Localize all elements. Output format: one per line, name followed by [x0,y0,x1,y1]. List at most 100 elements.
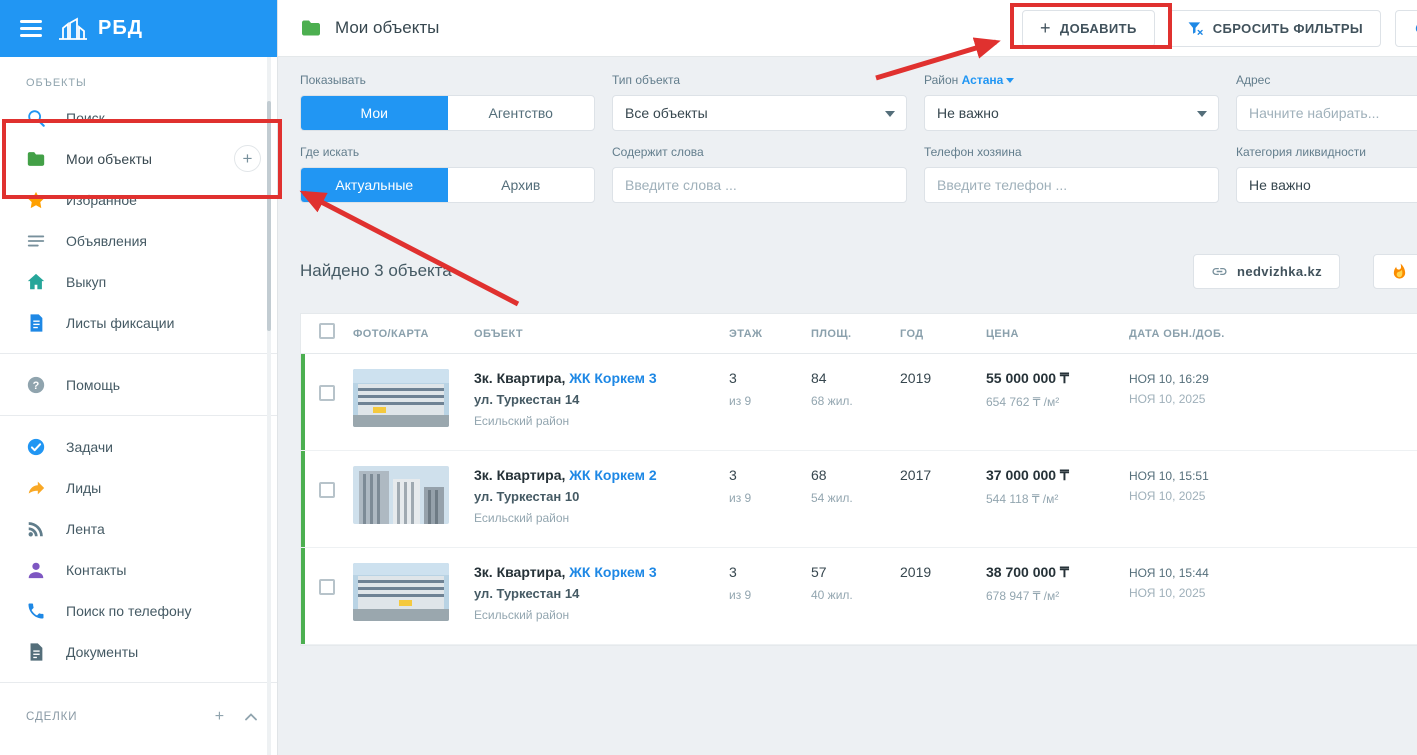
sidebar-divider [0,682,277,683]
toggle-option-mine[interactable]: Мои [301,96,448,130]
svg-text:?: ? [33,380,40,392]
sidebar-item-buyout[interactable]: Выкуп [0,261,277,302]
district-select[interactable]: Не важно [924,95,1219,131]
plus-icon: + [1040,18,1051,39]
object-photo[interactable] [353,466,449,524]
refresh-button[interactable]: ОБ [1395,10,1417,47]
column-header-object: ОБЪЕКТ [474,328,729,340]
house-icon [26,272,46,292]
keywords-input[interactable] [612,167,907,203]
filter-label: Телефон хозяина [924,145,1236,159]
area-living: 54 жил. [811,491,900,505]
sidebar-item-tasks[interactable]: Задачи [0,426,277,467]
filter-address: Адрес [1236,73,1417,131]
sidebar-item-label: Задачи [66,439,113,455]
link-icon [1211,263,1228,280]
sidebar-item-label: Поиск по телефону [66,603,192,619]
date-added: НОЯ 10, 2025 [1129,392,1417,406]
sidebar-item-listings[interactable]: Объявления [0,220,277,261]
floor-total: из 9 [729,394,811,408]
select-all-checkbox[interactable] [319,323,335,339]
folder-icon [300,18,322,38]
filter-label: Район Астана [924,73,1236,87]
filter-label: Адрес [1236,73,1417,87]
row-checkbox[interactable] [319,482,335,498]
documents-icon [26,642,46,662]
results-bar: Найдено 3 объекта nedvizhka.kz Тольк [278,251,1417,291]
add-object-quick-button[interactable]: + [234,145,261,172]
sidebar-item-fixation-sheets[interactable]: Листы фиксации [0,302,277,343]
hamburger-menu-icon[interactable] [20,16,42,41]
sidebar-item-search[interactable]: Поиск [0,97,277,138]
chevron-down-icon[interactable] [1006,78,1014,83]
folder-icon [26,149,46,169]
reset-filters-button[interactable]: СБРОСИТЬ ФИЛЬТРЫ [1169,10,1381,47]
sidebar-item-label: Мои объекты [66,151,152,167]
filter-district: Район Астана Не важно [924,73,1236,131]
page-title: Мои объекты [335,18,439,38]
sidebar-section-deals[interactable]: СДЕЛКИ + [0,693,277,741]
hot-only-button[interactable]: Тольк [1373,254,1417,289]
year-value: 2019 [900,370,986,386]
header-actions: + ДОБАВИТЬ СБРОСИТЬ ФИЛЬТРЫ ОБ [1022,10,1417,47]
chevron-down-icon [1197,111,1207,117]
complex-link[interactable]: ЖК Коркем 3 [569,564,656,580]
phone-icon [26,601,46,621]
sidebar-item-favorites[interactable]: Избранное [0,179,277,220]
column-header-photo: ФОТО/КАРТА [353,328,474,340]
area-value: 57 [811,564,900,580]
page-title-group: Мои объекты [300,18,439,38]
toggle-option-archive[interactable]: Архив [448,168,595,202]
date-updated: НОЯ 10, 15:44 [1129,566,1417,580]
liquidity-value: Не важно [1249,177,1311,193]
column-header-floor: ЭТАЖ [729,328,811,340]
object-photo[interactable] [353,369,449,427]
sidebar-item-contacts[interactable]: Контакты [0,549,277,590]
add-button-label: ДОБАВИТЬ [1060,21,1137,36]
owner-phone-input[interactable] [924,167,1219,203]
table-row[interactable]: 3к. Квартира, ЖК Коркем 3 ул. Туркестан … [301,354,1417,451]
nedvizhka-button[interactable]: nedvizhka.kz [1193,254,1340,289]
sidebar-item-feed[interactable]: Лента [0,508,277,549]
sidebar-scrollbar[interactable] [267,57,271,755]
area-living: 40 жил. [811,588,900,602]
district-city-link[interactable]: Астана [962,73,1004,87]
price-per-m2: 654 762 ₸ /м² [986,395,1129,409]
toggle-option-actual[interactable]: Актуальные [301,168,448,202]
table-row[interactable]: 3к. Квартира, ЖК Коркем 2 ул. Туркестан … [301,451,1417,548]
star-icon [26,190,46,210]
sidebar-scrollbar-thumb[interactable] [267,101,271,331]
address-input[interactable] [1236,95,1417,131]
sidebar-item-label: Выкуп [66,274,106,290]
object-type-value: Все объекты [625,105,708,121]
deals-add-button[interactable]: + [215,708,225,726]
scope-toggle: Актуальные Архив [300,167,595,203]
object-street: ул. Туркестан 14 [474,392,729,407]
complex-link[interactable]: ЖК Коркем 3 [569,370,656,386]
row-checkbox[interactable] [319,579,335,595]
object-photo[interactable] [353,563,449,621]
complex-link[interactable]: ЖК Коркем 2 [569,467,656,483]
filter-label: Категория ликвидности [1236,145,1417,159]
year-value: 2019 [900,564,986,580]
filter-owner-phone: Телефон хозяина [924,145,1236,203]
sidebar-item-my-objects[interactable]: Мои объекты + [0,138,277,179]
toggle-option-agency[interactable]: Агентство [448,96,595,130]
filter-liquidity: Категория ликвидности Не важно [1236,145,1417,203]
row-checkbox[interactable] [319,385,335,401]
sidebar-item-label: Поиск [66,110,105,126]
liquidity-select[interactable]: Не важно [1236,167,1417,203]
object-type-select[interactable]: Все объекты [612,95,907,131]
table-row[interactable]: 3к. Квартира, ЖК Коркем 3 ул. Туркестан … [301,548,1417,645]
floor-total: из 9 [729,491,811,505]
sidebar-item-leads[interactable]: Лиды [0,467,277,508]
price-value: 38 700 000 ₸ [986,564,1129,581]
sidebar-item-help[interactable]: ? Помощь [0,364,277,405]
date-updated: НОЯ 10, 16:29 [1129,372,1417,386]
flame-icon [1391,263,1408,280]
deals-collapse-icon[interactable] [245,708,257,726]
sidebar-item-phone-search[interactable]: Поиск по телефону [0,590,277,631]
sidebar-item-label: Избранное [66,192,137,208]
sidebar-item-documents[interactable]: Документы [0,631,277,672]
add-button[interactable]: + ДОБАВИТЬ [1022,10,1155,47]
